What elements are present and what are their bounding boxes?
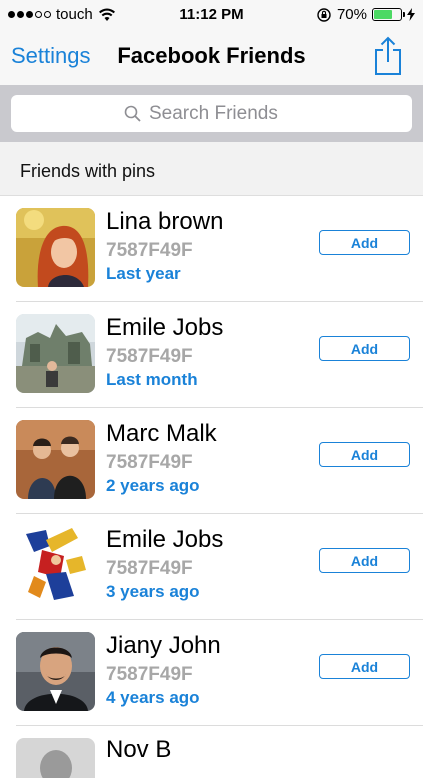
friend-row[interactable]: Emile Jobs 7587F49F Last month Add bbox=[16, 302, 423, 408]
avatar bbox=[16, 738, 95, 778]
battery-status: 70% bbox=[317, 6, 415, 23]
avatar bbox=[16, 420, 95, 499]
section-title: Friends with pins bbox=[20, 161, 156, 181]
battery-icon bbox=[372, 8, 405, 21]
status-bar: touch 11:12 PM 70% bbox=[0, 0, 423, 30]
charging-bolt-icon bbox=[407, 8, 415, 21]
avatar bbox=[16, 314, 95, 393]
add-button[interactable]: Add bbox=[319, 336, 410, 361]
avatar bbox=[16, 632, 95, 711]
friend-pin-code: 7587F49F bbox=[106, 240, 193, 261]
friend-name: Emile Jobs bbox=[106, 314, 224, 341]
battery-percent: 70% bbox=[336, 6, 367, 23]
navigation-bar: Settings Facebook Friends bbox=[0, 30, 423, 85]
search-input[interactable] bbox=[149, 102, 299, 125]
friend-name: Marc Malk bbox=[106, 420, 217, 447]
friend-row[interactable]: Nov B bbox=[16, 726, 423, 778]
friends-list: Lina brown 7587F49F Last year Add Emile … bbox=[0, 196, 423, 778]
friend-timestamp: 2 years ago bbox=[106, 476, 200, 495]
friend-row[interactable]: Emile Jobs 7587F49F 3 years ago Add bbox=[16, 514, 423, 620]
friend-row[interactable]: Jiany John 7587F49F 4 years ago Add bbox=[16, 620, 423, 726]
add-button[interactable]: Add bbox=[319, 230, 410, 255]
avatar bbox=[16, 526, 95, 605]
add-button[interactable]: Add bbox=[319, 548, 410, 573]
friend-name: Jiany John bbox=[106, 632, 221, 659]
friend-pin-code: 7587F49F bbox=[106, 558, 193, 579]
friend-timestamp: 4 years ago bbox=[106, 688, 200, 707]
friend-name: Nov B bbox=[106, 736, 172, 763]
friend-pin-code: 7587F49F bbox=[106, 664, 193, 685]
friend-row[interactable]: Lina brown 7587F49F Last year Add bbox=[16, 196, 423, 302]
friend-row[interactable]: Marc Malk 7587F49F 2 years ago Add bbox=[16, 408, 423, 514]
friend-timestamp: 3 years ago bbox=[106, 582, 200, 601]
friend-timestamp: Last month bbox=[106, 370, 198, 389]
back-button-settings[interactable]: Settings bbox=[11, 43, 91, 69]
friend-timestamp: Last year bbox=[106, 264, 181, 283]
avatar bbox=[16, 208, 95, 287]
add-button[interactable]: Add bbox=[319, 654, 410, 679]
friend-pin-code: 7587F49F bbox=[106, 346, 193, 367]
section-header: Friends with pins bbox=[0, 142, 423, 196]
rotation-lock-icon bbox=[317, 7, 331, 22]
friend-name: Emile Jobs bbox=[106, 526, 224, 553]
friend-pin-code: 7587F49F bbox=[106, 452, 193, 473]
add-button[interactable]: Add bbox=[319, 442, 410, 467]
search-field[interactable] bbox=[11, 95, 412, 132]
search-bar bbox=[0, 85, 423, 142]
search-icon bbox=[124, 105, 141, 122]
share-icon[interactable] bbox=[372, 36, 404, 76]
friend-name: Lina brown bbox=[106, 208, 224, 235]
